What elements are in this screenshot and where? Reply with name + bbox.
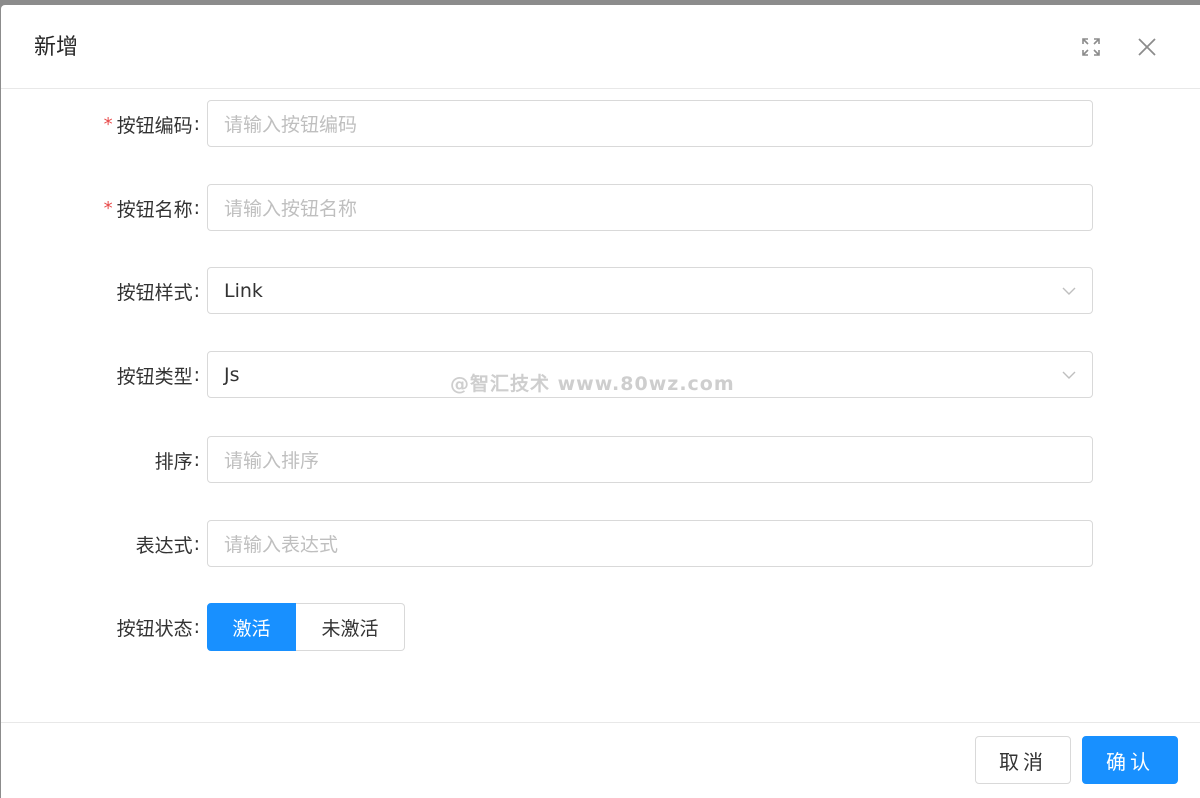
watermark: @智汇技术 www.80wz.com [450, 373, 735, 395]
button-name-placeholder: 请输入按钮名称 [224, 198, 358, 220]
label-text: 按钮类型 [116, 365, 193, 388]
modal-title: 新增 [34, 35, 79, 60]
colon: : [193, 113, 200, 135]
label-text: 表达式 [135, 534, 193, 557]
fullscreen-icon[interactable] [1079, 35, 1103, 59]
colon: : [193, 449, 200, 471]
label-text: 按钮样式 [116, 281, 193, 304]
button-code-label: * 按钮编码: [104, 100, 200, 148]
sort-label: 排序: [155, 436, 200, 484]
expression-placeholder: 请输入表达式 [224, 534, 339, 556]
colon: : [193, 364, 200, 386]
modal-header: 新增 [1, 5, 1200, 89]
form-row-button-status: 按钮状态: 激活 未激活 [1, 603, 1200, 651]
form-row-button-name: * 按钮名称: 请输入按钮名称 [1, 184, 1200, 232]
form-row-button-style: 按钮样式: Link [1, 267, 1200, 315]
button-style-label: 按钮样式: [117, 267, 200, 315]
button-status-radio-group: 激活 未激活 [207, 603, 405, 651]
button-code-placeholder: 请输入按钮编码 [224, 114, 358, 136]
button-name-input[interactable]: 请输入按钮名称 [207, 184, 1093, 231]
status-active-radio[interactable]: 激活 [207, 603, 296, 651]
button-code-input[interactable]: 请输入按钮编码 [207, 100, 1093, 147]
add-modal: 新增 * 按钮编码: 请输入按钮编码 * 按钮名称: 请输入按钮名称 按钮样式… [1, 5, 1200, 798]
cancel-button[interactable]: 取消 [975, 736, 1071, 784]
expression-input[interactable]: 请输入表达式 [207, 520, 1093, 567]
colon: : [193, 280, 200, 302]
colon: : [193, 616, 200, 638]
expression-label: 表达式: [136, 520, 200, 568]
required-mark: * [103, 113, 113, 135]
button-type-value: Js [224, 363, 240, 386]
label-text: 按钮状态 [116, 617, 193, 640]
label-text: 排序 [154, 450, 193, 473]
status-inactive-radio[interactable]: 未激活 [296, 603, 405, 651]
confirm-button[interactable]: 确认 [1082, 736, 1178, 784]
form-row-expression: 表达式: 请输入表达式 [1, 520, 1200, 568]
button-style-select[interactable]: Link [207, 267, 1093, 314]
button-name-label: * 按钮名称: [104, 184, 200, 232]
label-text: 按钮编码 [116, 114, 193, 137]
label-text: 按钮名称 [116, 198, 193, 221]
chevron-down-icon [1062, 287, 1076, 295]
button-status-label: 按钮状态: [117, 603, 200, 651]
close-icon[interactable] [1135, 35, 1159, 59]
form-row-sort: 排序: 请输入排序 [1, 436, 1200, 484]
modal-footer: 取消 确认 [1, 722, 1200, 798]
sort-placeholder: 请输入排序 [224, 450, 320, 472]
sort-input[interactable]: 请输入排序 [207, 436, 1093, 483]
button-style-value: Link [224, 279, 263, 302]
colon: : [193, 533, 200, 555]
colon: : [193, 197, 200, 219]
form-row-button-code: * 按钮编码: 请输入按钮编码 [1, 100, 1200, 148]
required-mark: * [103, 197, 113, 219]
chevron-down-icon [1062, 371, 1076, 379]
button-type-label: 按钮类型: [117, 351, 200, 399]
